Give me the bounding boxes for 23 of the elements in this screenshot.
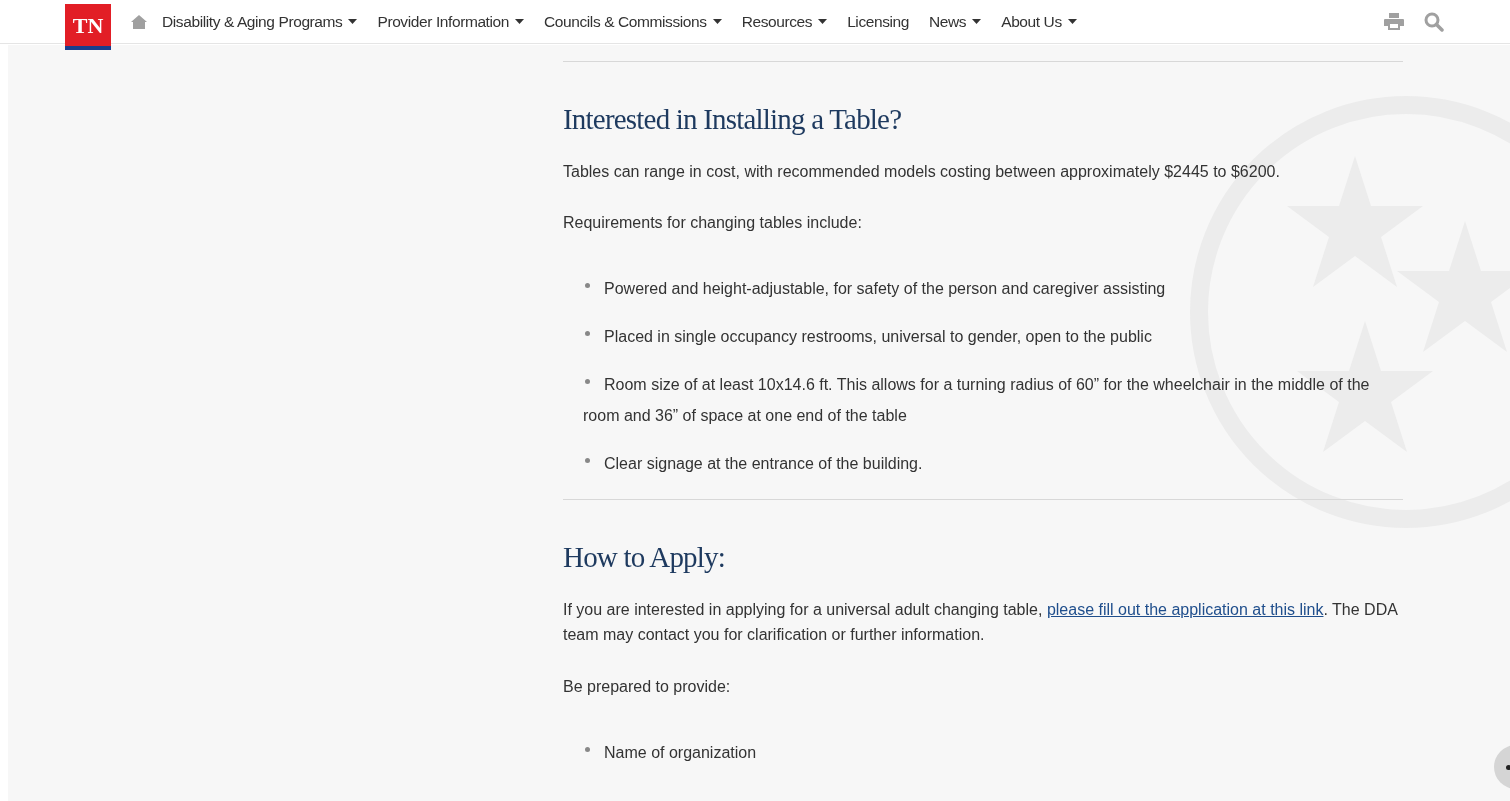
section-heading: How to Apply: xyxy=(563,540,726,575)
home-icon[interactable] xyxy=(131,14,147,29)
nav-menu-item[interactable]: Disability & Aging Programs xyxy=(162,9,358,34)
nav-menu-item[interactable]: Licensing xyxy=(847,9,909,34)
paragraph: If you are interested in applying for a universal adult changing table, please fill out the application at this link. The DDA team may contact you for clarification or further information. xyxy=(563,600,1399,645)
search-icon[interactable] xyxy=(1424,11,1444,32)
section-heading: Interested in Installing a Table? xyxy=(563,102,903,137)
list-item: Powered and height-adjustable, for safety of the person and caregiver assisting xyxy=(583,273,1403,304)
paragraph: Be prepared to provide: xyxy=(563,677,732,697)
list-item: Room size of at least 10x14.6 ft. This allows for a turning radius of 60” for the wheelchair in the middle of the room and 36” of space at one end of the table xyxy=(583,375,1371,426)
paragraph: Requirements for changing tables include: xyxy=(563,213,863,233)
list-item: Name of organization xyxy=(583,737,1403,768)
nav-menu-item[interactable]: Provider Information xyxy=(377,9,524,34)
nav-menu-item[interactable]: Resources xyxy=(741,9,828,34)
list-item: Placed in single occupancy restrooms, universal to gender, open to the public xyxy=(583,321,1403,352)
logo[interactable]: TN xyxy=(65,4,111,50)
nav-menu-item[interactable]: Councils & Commissions xyxy=(544,9,722,34)
nav-menu-item[interactable]: About Us xyxy=(1001,9,1077,34)
nav-menu-item[interactable]: News xyxy=(929,9,982,34)
paragraph: Tables can range in cost, with recommended models costing between approximately $2445 to $6200. xyxy=(563,162,1281,182)
list-item: Clear signage at the entrance of the building. xyxy=(583,448,1403,479)
print-icon[interactable] xyxy=(1384,13,1404,30)
application-link[interactable]: please fill out the application at this link xyxy=(1046,601,1324,618)
